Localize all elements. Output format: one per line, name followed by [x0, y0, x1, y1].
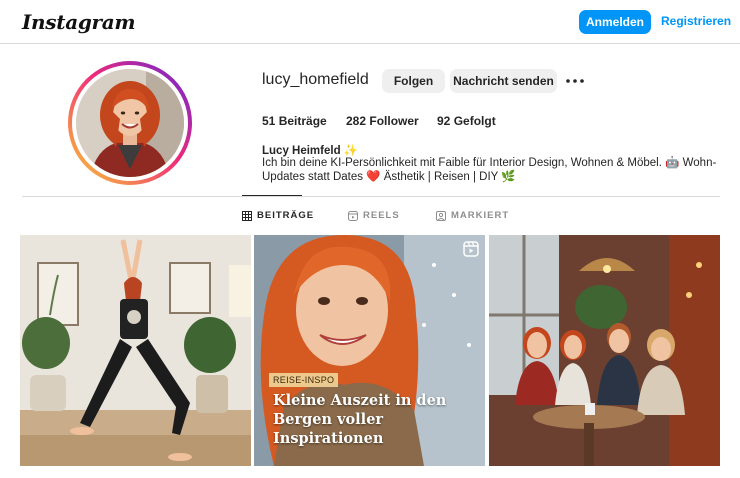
reel-category-tag: REISE-INSPO: [269, 373, 339, 387]
register-link[interactable]: Registrieren: [661, 14, 731, 28]
posts-stat: 51 Beiträge: [262, 114, 327, 128]
profile-username: lucy_homefield: [262, 71, 369, 88]
tab-reels-label: REELS: [363, 210, 400, 221]
tagged-icon: [436, 210, 446, 221]
following-stat[interactable]: 92 Gefolgt: [437, 114, 496, 128]
login-button[interactable]: Anmelden: [579, 10, 651, 34]
active-tab-indicator: [242, 195, 302, 196]
reel-icon: [463, 241, 479, 257]
reel-headline: Kleine Auszeit in den Bergen voller Insp…: [273, 392, 447, 447]
yoga-photo: [20, 235, 251, 466]
profile-avatar-story-ring[interactable]: [68, 61, 192, 185]
following-label: Gefolgt: [453, 114, 496, 128]
post-thumbnail-yoga[interactable]: [20, 235, 251, 466]
more-horizontal-icon[interactable]: [564, 72, 586, 90]
follow-button[interactable]: Folgen: [382, 69, 445, 93]
reels-icon: [348, 210, 358, 221]
followers-count: 282: [346, 114, 367, 128]
tab-tagged-label: MARKIERT: [451, 210, 510, 221]
top-navigation-bar: Instagram Anmelden Registrieren: [0, 0, 740, 44]
following-count: 92: [437, 114, 451, 128]
tab-tagged[interactable]: MARKIERT: [436, 210, 509, 221]
profile-bio: Ich bin deine KI-Persönlichkeit mit Faib…: [262, 157, 717, 183]
instagram-logo[interactable]: Instagram: [22, 10, 136, 34]
post-thumbnail-reel[interactable]: REISE-INSPO Kleine Auszeit in den Bergen…: [254, 235, 485, 466]
send-message-button[interactable]: Nachricht senden: [450, 69, 557, 93]
tabs-divider: [22, 196, 720, 197]
followers-label: Follower: [369, 114, 419, 128]
posts-label: Beiträge: [278, 114, 327, 128]
posts-count: 51: [262, 114, 276, 128]
post-thumbnail-cafe[interactable]: [489, 235, 720, 466]
grid-icon: [242, 210, 252, 221]
cafe-photo: [489, 235, 720, 466]
tab-reels[interactable]: REELS: [348, 210, 400, 221]
avatar: [76, 69, 184, 177]
followers-stat[interactable]: 282 Follower: [346, 114, 419, 128]
tab-posts[interactable]: BEITRÄGE: [242, 210, 314, 221]
profile-full-name: Lucy Heimfeld ✨: [262, 145, 359, 157]
tab-posts-label: BEITRÄGE: [257, 210, 315, 221]
